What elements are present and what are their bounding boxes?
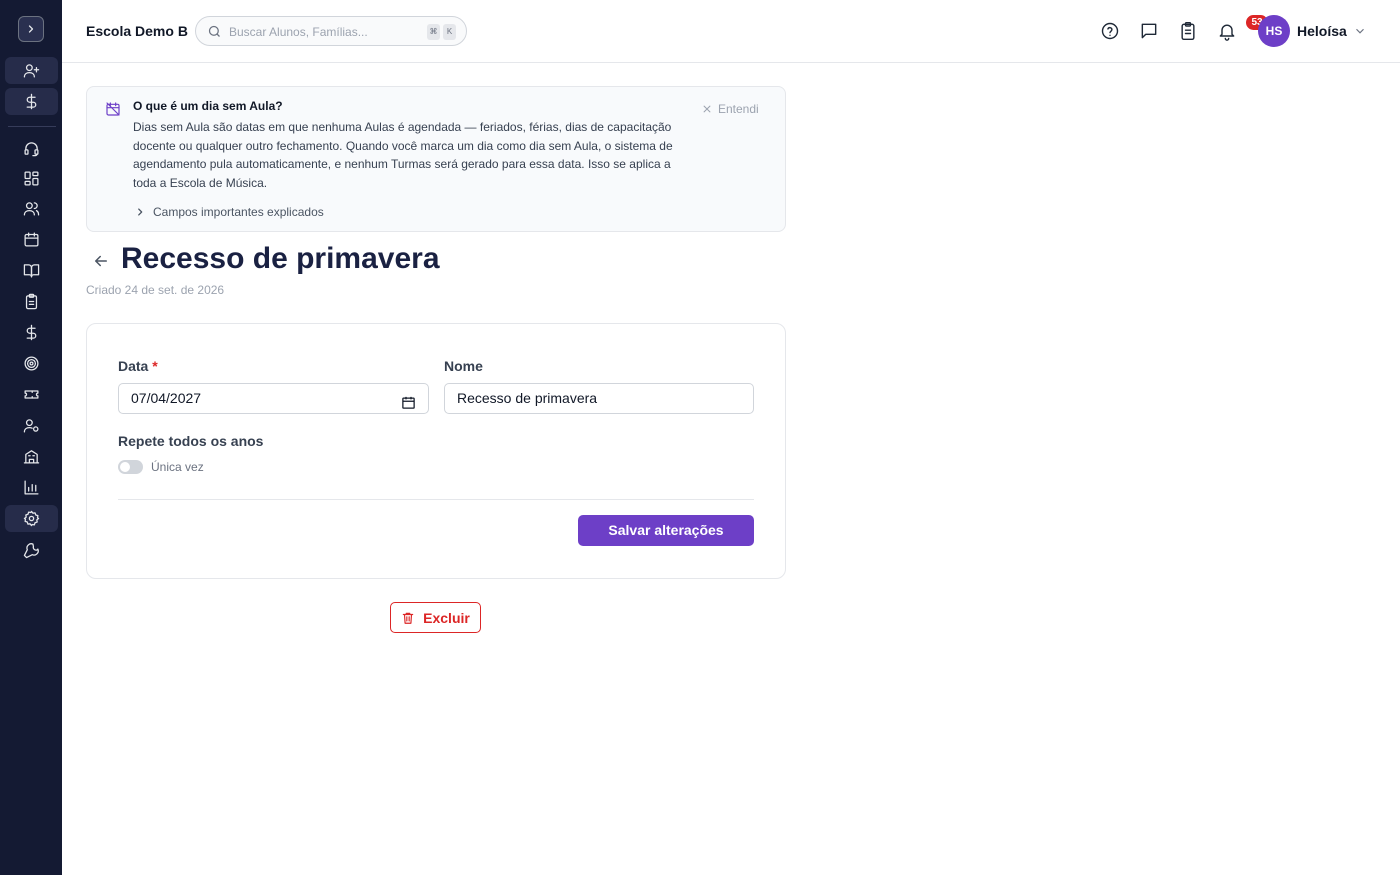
created-date: Criado 24 de set. de 2026 (86, 283, 225, 297)
messages-button[interactable] (1139, 21, 1159, 41)
info-title: O que é um dia sem Aula? (133, 99, 283, 113)
dollar-icon (26, 324, 37, 341)
arrow-left-icon (95, 255, 107, 267)
target-icon (24, 356, 39, 371)
chevron-right-icon (28, 25, 34, 33)
sidebar-item-school[interactable] (5, 443, 58, 470)
date-field[interactable]: 07/04/2027 (118, 383, 429, 414)
shortcut-key: K (443, 24, 456, 40)
user-menu-button[interactable] (1353, 24, 1367, 38)
sidebar-toggle-button[interactable] (18, 16, 44, 42)
sidebar-item-reports[interactable] (5, 474, 58, 501)
sidebar-item-courses[interactable] (5, 257, 58, 284)
school-name: Escola Demo B (86, 23, 188, 39)
dismiss-button[interactable]: Entendi (702, 102, 759, 116)
sidebar-item-settings[interactable] (5, 505, 58, 532)
sidebar-item-billing[interactable] (5, 88, 58, 115)
dashboard-icon (24, 171, 39, 186)
sidebar-item-goals[interactable] (5, 350, 58, 377)
sidebar-item-tickets[interactable] (5, 381, 58, 408)
important-fields-toggle[interactable]: Campos importantes explicados (135, 205, 324, 219)
ticket-icon (24, 390, 39, 399)
info-body: Dias sem Aula são datas em que nenhuma A… (133, 120, 673, 190)
headset-icon (24, 142, 39, 157)
sidebar-item-finance[interactable] (5, 319, 58, 346)
search-input[interactable]: Buscar Alunos, Famílias... ⌘ K (195, 16, 467, 46)
tasks-icon (1181, 21, 1195, 41)
book-icon (23, 264, 40, 278)
user-name[interactable]: Heloísa (1297, 23, 1347, 39)
user-plus-icon (23, 64, 40, 78)
sidebar-divider (8, 126, 56, 127)
help-icon (1101, 22, 1119, 40)
user-settings-icon (23, 419, 39, 433)
sidebar-item-calendar[interactable] (5, 226, 58, 253)
search-placeholder: Buscar Alunos, Famílias... (229, 25, 368, 39)
top-bar: Escola Demo B Buscar Alunos, Famílias...… (62, 0, 1400, 63)
sidebar (0, 0, 62, 875)
calendar-off-icon (105, 101, 121, 117)
delete-button[interactable]: Excluir (390, 602, 481, 633)
delete-label: Excluir (423, 609, 470, 626)
sidebar-item-tools[interactable] (5, 537, 58, 564)
settings-icon (23, 510, 40, 527)
users-icon (23, 202, 40, 216)
calendar-picker-icon[interactable] (401, 391, 416, 409)
date-label: Data * (118, 358, 158, 374)
sidebar-item-attendance[interactable] (5, 288, 58, 315)
avatar[interactable]: HS (1258, 15, 1290, 47)
name-field[interactable]: Recesso de primavera (444, 383, 754, 414)
save-button[interactable]: Salvar alterações (578, 515, 754, 546)
chevron-down-icon (1356, 28, 1364, 34)
calendar-icon (24, 232, 39, 247)
notifications-button[interactable] (1217, 21, 1237, 41)
building-icon (23, 450, 40, 464)
important-fields-label: Campos importantes explicados (153, 205, 324, 219)
shortcut-key: ⌘ (427, 24, 440, 40)
help-button[interactable] (1100, 21, 1120, 41)
date-label-text: Data (118, 358, 149, 374)
back-button[interactable] (92, 252, 110, 270)
dismiss-label: Entendi (718, 102, 759, 116)
form-divider (118, 499, 754, 500)
chart-icon (24, 480, 39, 495)
name-value: Recesso de primavera (457, 390, 598, 406)
repeat-state-text: Única vez (151, 460, 204, 474)
wrench-icon (23, 543, 39, 559)
holiday-form-card: Data * 07/04/2027 Nome Recesso de primav… (86, 323, 786, 579)
sidebar-item-dashboard[interactable] (5, 165, 58, 192)
repeat-label: Repete todos os anos (118, 433, 264, 449)
tasks-button[interactable] (1178, 21, 1198, 41)
name-label: Nome (444, 358, 483, 374)
clipboard-icon (25, 293, 38, 310)
trash-icon (402, 612, 414, 624)
required-mark: * (152, 358, 158, 374)
sidebar-item-support[interactable] (5, 135, 58, 162)
info-box: O que é um dia sem Aula? Dias sem Aula s… (86, 86, 786, 232)
date-value: 07/04/2027 (131, 390, 202, 406)
bell-icon (1219, 24, 1235, 41)
sidebar-item-add-student[interactable] (5, 57, 58, 84)
search-icon (208, 25, 220, 37)
repeat-toggle[interactable] (118, 460, 143, 474)
messages-icon (1141, 23, 1157, 39)
page-title: Recesso de primavera (121, 242, 440, 275)
sidebar-item-people[interactable] (5, 195, 58, 222)
close-icon (703, 105, 711, 113)
sidebar-item-staff[interactable] (5, 412, 58, 439)
dollar-icon (26, 93, 37, 110)
chevron-right-icon (138, 208, 143, 216)
